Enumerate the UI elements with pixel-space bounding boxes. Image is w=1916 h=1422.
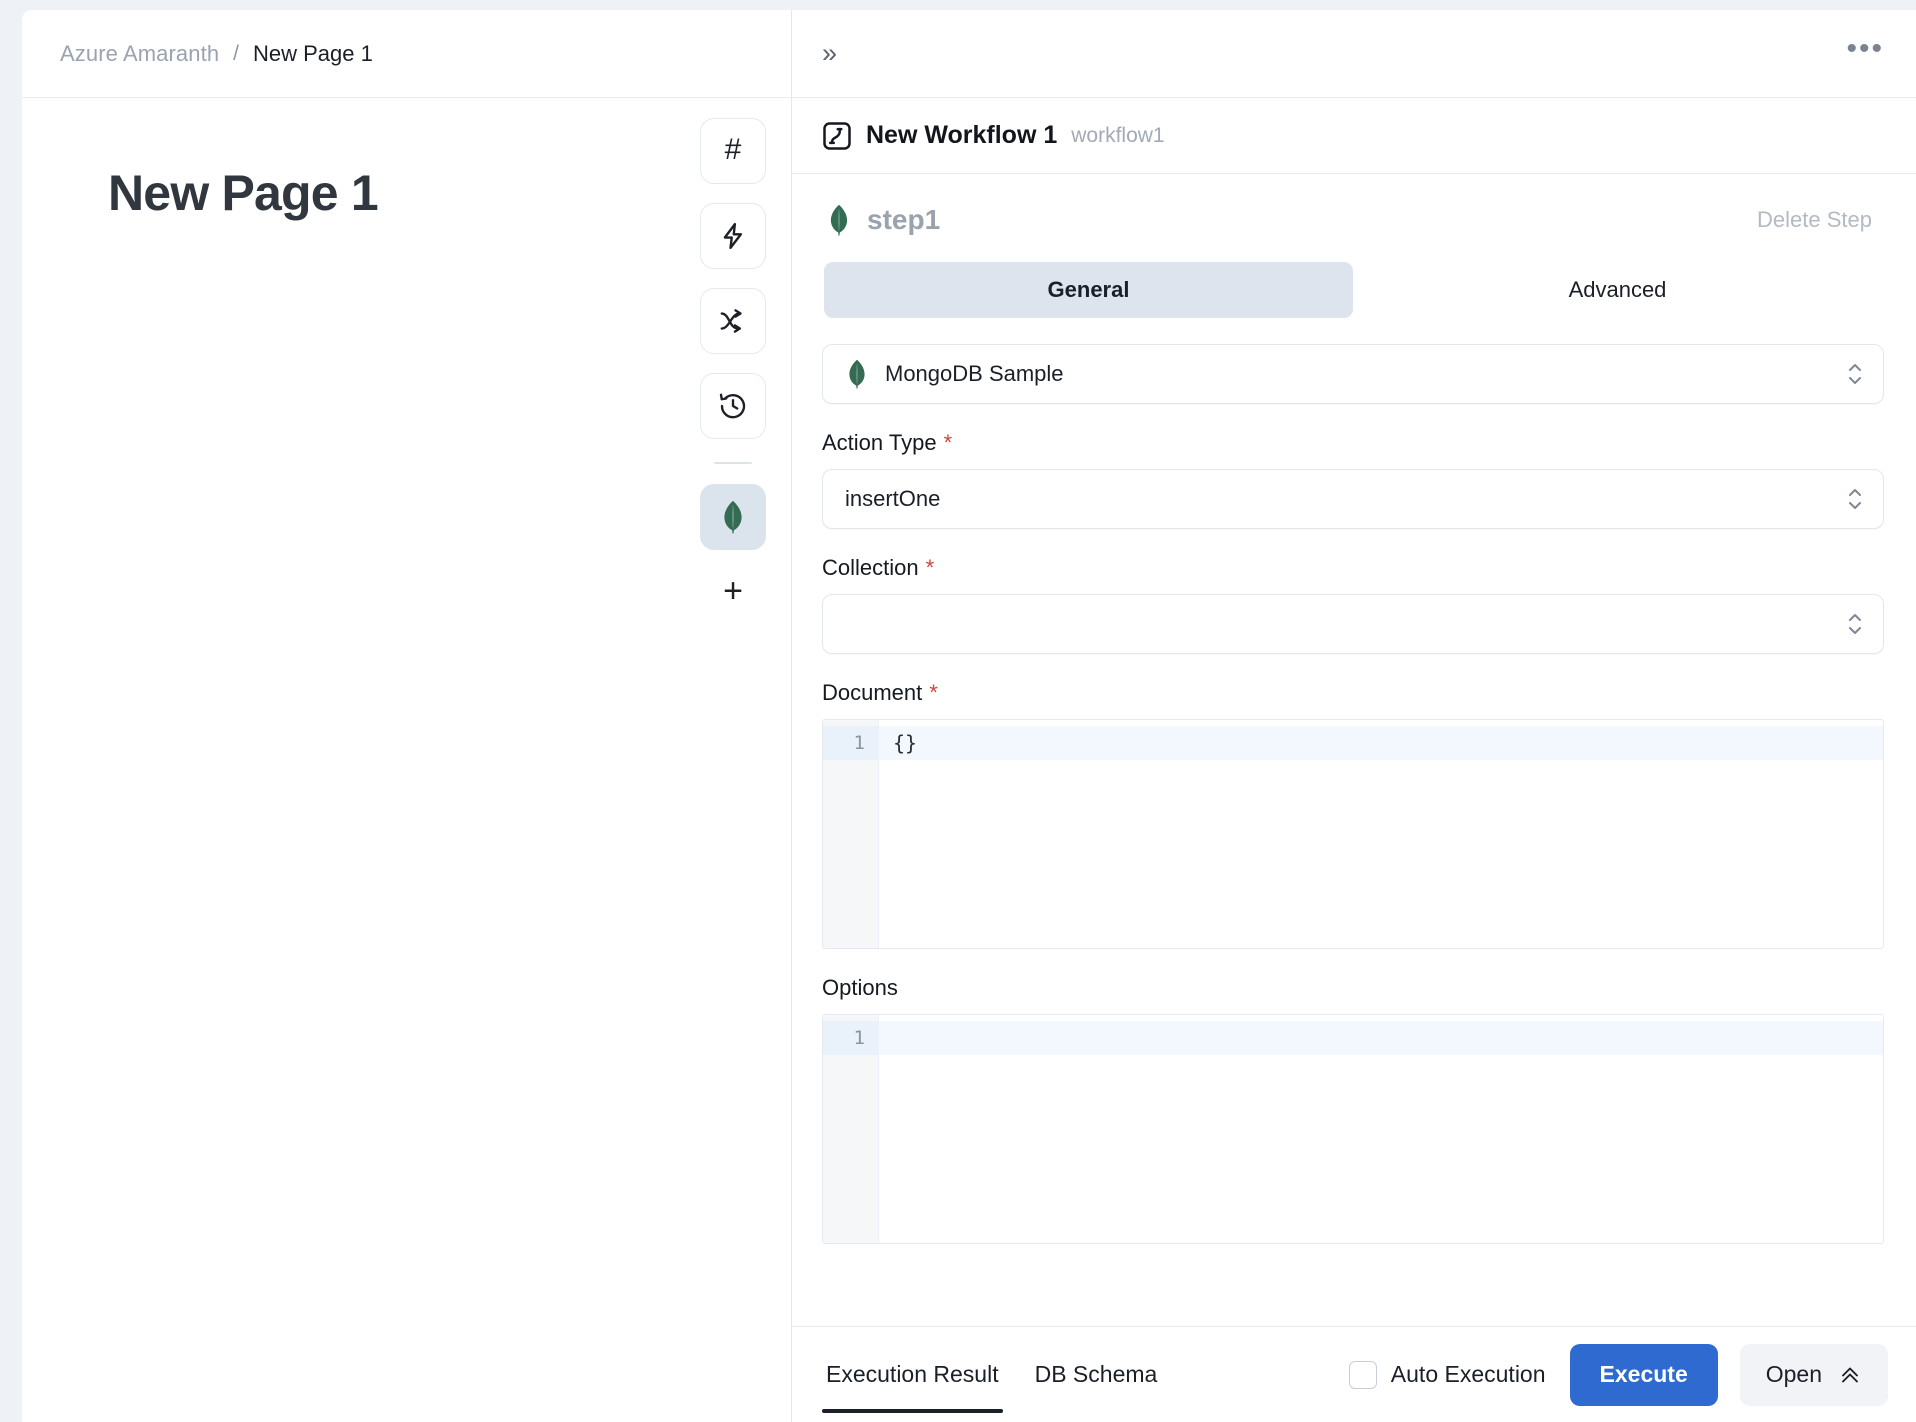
- document-code-line: {}: [879, 726, 1883, 760]
- right-pane-topbar: » •••: [792, 10, 1916, 98]
- branch-icon: [718, 306, 748, 336]
- auto-execution-label: Auto Execution: [1390, 1361, 1546, 1387]
- auto-execution-toggle[interactable]: Auto Execution: [1348, 1360, 1546, 1389]
- tab-execution-result[interactable]: Execution Result: [822, 1327, 1003, 1422]
- document-code-area[interactable]: {}: [879, 720, 1883, 948]
- action-type-value: insertOne: [845, 486, 941, 511]
- chevron-updown-icon: [1845, 482, 1865, 516]
- field-action-type: Action Type * insertOne: [822, 430, 1884, 529]
- tab-general[interactable]: General: [824, 262, 1353, 318]
- open-panel-button[interactable]: Open: [1739, 1343, 1888, 1406]
- tab-db-schema[interactable]: DB Schema: [1031, 1327, 1162, 1422]
- document-code-editor[interactable]: 1 {}: [822, 719, 1884, 949]
- page-title: New Page 1: [108, 165, 379, 221]
- options-code-area[interactable]: [879, 1015, 1883, 1243]
- options-gutter: 1: [823, 1015, 879, 1243]
- document-gutter: 1: [823, 720, 879, 948]
- step-header: step1 Delete Step: [822, 174, 1884, 258]
- app-root: Azure Amaranth / New Page 1 New Page 1 #: [0, 0, 1916, 1422]
- breadcrumb-current[interactable]: New Page 1: [253, 41, 373, 67]
- rail-add-button[interactable]: +: [700, 569, 766, 613]
- hash-icon: #: [724, 133, 742, 166]
- action-type-select[interactable]: insertOne: [822, 469, 1884, 529]
- chevron-updown-icon: [1845, 357, 1865, 391]
- bottom-bar: Execution Result DB Schema Auto Executio…: [792, 1326, 1916, 1422]
- right-pane: » ••• New Workflow 1 workflow1 step1 Del…: [792, 10, 1916, 1422]
- required-asterisk: *: [943, 430, 953, 455]
- step-tabs: General Advanced: [824, 262, 1882, 318]
- field-document: Document * 1 {}: [822, 680, 1884, 949]
- auto-execution-checkbox[interactable]: [1348, 1360, 1377, 1389]
- required-asterisk: *: [929, 680, 938, 705]
- document-label-row: Document *: [822, 680, 1884, 706]
- result-tabs: Execution Result DB Schema: [822, 1327, 1161, 1422]
- lightning-icon: [718, 221, 748, 251]
- mongodb-leaf-icon: [845, 359, 869, 389]
- collection-select[interactable]: [822, 594, 1884, 654]
- rail-item-hash[interactable]: #: [700, 118, 766, 184]
- rail-item-lightning[interactable]: [700, 203, 766, 269]
- workflow-slug: workflow1: [1071, 123, 1165, 147]
- tab-advanced[interactable]: Advanced: [1353, 262, 1882, 318]
- breadcrumb-separator: /: [233, 41, 239, 65]
- history-icon: [718, 391, 748, 421]
- collection-label: Collection: [822, 555, 919, 580]
- options-code-line: [879, 1021, 1883, 1055]
- mongodb-leaf-icon: [718, 500, 748, 534]
- action-type-label: Action Type: [822, 430, 937, 455]
- required-asterisk: *: [925, 555, 935, 580]
- step-identity: step1: [826, 204, 940, 236]
- document-label: Document: [822, 680, 923, 705]
- workflow-header: New Workflow 1 workflow1: [792, 98, 1916, 174]
- rail-divider: [714, 462, 752, 464]
- options-code-editor[interactable]: 1: [822, 1014, 1884, 1244]
- workflow-name: New Workflow 1: [866, 121, 1058, 149]
- workflow-icon: [822, 121, 852, 151]
- field-collection: Collection *: [822, 555, 1884, 654]
- plus-icon: +: [723, 572, 743, 610]
- options-label-row: Options: [822, 975, 1884, 1001]
- icon-rail: # +: [697, 118, 769, 613]
- rail-item-branch[interactable]: [700, 288, 766, 354]
- breadcrumb-root[interactable]: Azure Amaranth: [60, 41, 219, 67]
- action-type-label-row: Action Type *: [822, 430, 1884, 456]
- left-pane: Azure Amaranth / New Page 1 New Page 1 #: [22, 10, 792, 1422]
- mongodb-leaf-icon: [826, 204, 852, 236]
- expand-panel-icon[interactable]: »: [822, 40, 837, 67]
- step-name[interactable]: step1: [867, 204, 940, 236]
- document-line-number: 1: [823, 726, 878, 760]
- breadcrumb: Azure Amaranth / New Page 1: [22, 10, 791, 98]
- collection-label-row: Collection *: [822, 555, 1884, 581]
- resource-select-value: MongoDB Sample: [885, 361, 1064, 386]
- options-label: Options: [822, 975, 898, 1000]
- options-line-number: 1: [823, 1021, 878, 1055]
- chevron-double-up-icon: [1838, 1363, 1862, 1387]
- open-panel-label: Open: [1765, 1361, 1822, 1387]
- execute-button[interactable]: Execute: [1569, 1343, 1718, 1406]
- right-pane-body: step1 Delete Step General Advanced Mongo…: [792, 174, 1916, 1326]
- field-options: Options 1: [822, 975, 1884, 1244]
- rail-item-mongodb[interactable]: [700, 484, 766, 550]
- window-shell: Azure Amaranth / New Page 1 New Page 1 #: [22, 10, 1916, 1422]
- chevron-updown-icon: [1845, 607, 1865, 641]
- delete-step-button[interactable]: Delete Step: [1757, 207, 1880, 233]
- more-options-icon[interactable]: •••: [1846, 33, 1884, 68]
- resource-select[interactable]: MongoDB Sample: [822, 344, 1884, 404]
- rail-item-history[interactable]: [700, 373, 766, 439]
